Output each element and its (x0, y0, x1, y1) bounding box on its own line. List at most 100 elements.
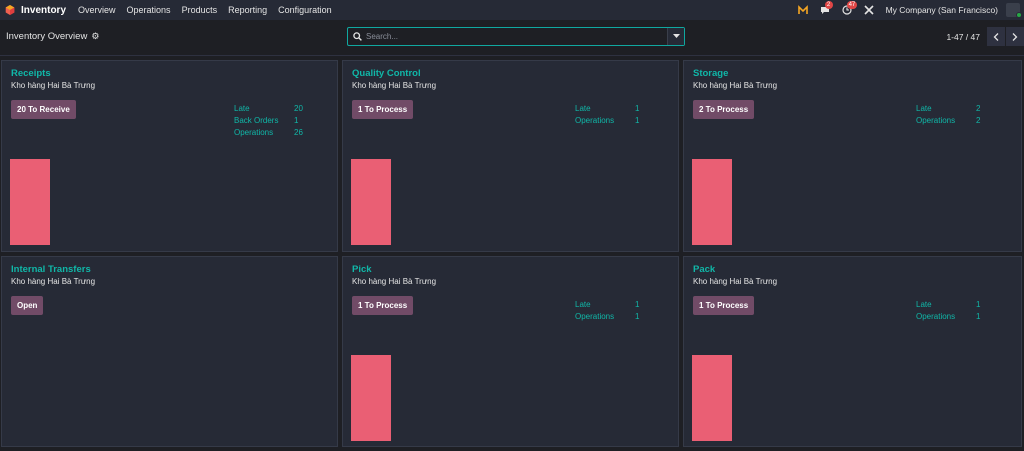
stat-label: Back Orders (234, 115, 279, 125)
stat-value: 1 (976, 299, 981, 309)
stat-operations[interactable]: Operations 1 (575, 114, 639, 126)
card-internal-transfers: Internal Transfers Kho hàng Hai Bà Trưng… (1, 256, 338, 447)
to-process-button[interactable]: 2 To Process (693, 100, 755, 119)
to-process-button[interactable]: 1 To Process (352, 100, 414, 119)
stat-label: Late (234, 103, 250, 113)
stat-value: 2 (976, 103, 981, 113)
chart-bar[interactable] (10, 159, 50, 245)
stat-label: Operations (916, 311, 956, 321)
stat-late[interactable]: Late 1 (916, 298, 980, 310)
card-pick: Pick Kho hàng Hai Bà Trưng 1 To Process … (342, 256, 679, 447)
open-button[interactable]: Open (11, 296, 44, 315)
menu-configuration[interactable]: Configuration (278, 5, 332, 15)
card-stats: Late 1 Operations 1 (575, 102, 639, 126)
stat-value: 1 (635, 299, 640, 309)
stat-operations[interactable]: Operations 2 (916, 114, 980, 126)
chart-bar[interactable] (692, 159, 732, 245)
top-navbar: Inventory Overview Operations Products R… (0, 0, 1024, 20)
stat-label: Operations (575, 115, 615, 125)
stat-late[interactable]: Late 2 (916, 102, 980, 114)
card-warehouse: Kho hàng Hai Bà Trưng (352, 81, 437, 90)
card-quality-control: Quality Control Kho hàng Hai Bà Trưng 1 … (342, 60, 679, 252)
menu-operations[interactable]: Operations (127, 5, 171, 15)
card-title[interactable]: Quality Control (352, 68, 421, 79)
user-avatar[interactable] (1006, 3, 1022, 18)
activity-clock-icon[interactable]: 47 (840, 1, 858, 16)
menu-reporting[interactable]: Reporting (228, 5, 267, 15)
company-switcher[interactable]: My Company (San Francisco) (886, 5, 998, 15)
tools-icon[interactable] (862, 4, 876, 16)
stat-late[interactable]: Late 1 (575, 102, 639, 114)
card-warehouse: Kho hàng Hai Bà Trưng (11, 81, 96, 90)
chevron-left-icon (993, 32, 999, 41)
card-title[interactable]: Pick (352, 264, 372, 275)
menu-products[interactable]: Products (182, 5, 218, 15)
chevron-right-icon (1012, 32, 1018, 41)
chart-bar[interactable] (351, 159, 391, 245)
kanban-cards: Receipts Kho hàng Hai Bà Trưng 20 To Rec… (0, 56, 1024, 451)
stat-label: Operations (234, 127, 274, 137)
stat-label: Late (575, 103, 591, 113)
app-name[interactable]: Inventory (21, 5, 66, 16)
menu-overview[interactable]: Overview (78, 5, 116, 15)
pager-previous-button[interactable] (987, 27, 1005, 46)
gear-icon[interactable]: ⚙ (91, 31, 99, 42)
card-storage: Storage Kho hàng Hai Bà Trưng 2 To Proce… (683, 60, 1022, 252)
stat-value: 1 (635, 103, 640, 113)
stat-value: 2 (976, 115, 981, 125)
page-title: Inventory Overview (6, 31, 88, 42)
search-input[interactable] (366, 29, 667, 44)
stat-label: Late (916, 299, 932, 309)
card-stats: Late 1 Operations 1 (916, 298, 980, 322)
card-warehouse: Kho hàng Hai Bà Trưng (11, 277, 96, 286)
to-process-button[interactable]: 1 To Process (693, 296, 755, 315)
discuss-badge: 2 (824, 1, 833, 9)
stat-value: 1 (635, 115, 640, 125)
card-stats: Late 20 Back Orders 1 Operations 26 (234, 102, 303, 138)
stat-late[interactable]: Late 1 (575, 298, 639, 310)
search-bar (347, 27, 685, 46)
card-receipts: Receipts Kho hàng Hai Bà Trưng 20 To Rec… (1, 60, 338, 252)
stat-label: Late (916, 103, 932, 113)
discuss-icon[interactable]: 2 (818, 1, 833, 16)
stat-value: 1 (294, 115, 299, 125)
pager: 1-47 / 47 (946, 27, 1024, 46)
card-warehouse: Kho hàng Hai Bà Trưng (693, 81, 778, 90)
breadcrumb: Inventory Overview ⚙ (6, 31, 99, 42)
card-title[interactable]: Internal Transfers (11, 264, 91, 275)
pager-next-button[interactable] (1006, 27, 1024, 46)
search-options-toggle[interactable] (667, 28, 684, 45)
stat-operations[interactable]: Operations 1 (575, 310, 639, 322)
stat-back-orders[interactable]: Back Orders 1 (234, 114, 303, 126)
app-logo-icon[interactable] (5, 5, 15, 15)
search-icon (348, 28, 366, 45)
to-process-button[interactable]: 1 To Process (352, 296, 414, 315)
control-panel: Inventory Overview ⚙ 1-47 / 47 (0, 20, 1024, 56)
activity-badge: 47 (846, 1, 858, 9)
card-warehouse: Kho hàng Hai Bà Trưng (352, 277, 437, 286)
card-title[interactable]: Storage (693, 68, 728, 79)
stat-value: 1 (976, 311, 981, 321)
card-pack: Pack Kho hàng Hai Bà Trưng 1 To Process … (683, 256, 1022, 447)
chart-bar[interactable] (351, 355, 391, 441)
stat-late[interactable]: Late 20 (234, 102, 303, 114)
stat-operations[interactable]: Operations 1 (916, 310, 980, 322)
card-stats: Late 1 Operations 1 (575, 298, 639, 322)
online-status-dot (1016, 12, 1022, 18)
card-title[interactable]: Receipts (11, 68, 51, 79)
card-title[interactable]: Pack (693, 264, 715, 275)
pager-value[interactable]: 1-47 / 47 (946, 32, 980, 42)
stat-value: 20 (294, 103, 303, 113)
card-warehouse: Kho hàng Hai Bà Trưng (693, 277, 778, 286)
chart-bar[interactable] (692, 355, 732, 441)
to-receive-button[interactable]: 20 To Receive (11, 100, 76, 119)
card-stats: Late 2 Operations 2 (916, 102, 980, 126)
stat-value: 1 (635, 311, 640, 321)
stat-operations[interactable]: Operations 26 (234, 126, 303, 138)
systray: 2 47 My Company (San Francisco) (796, 0, 1024, 20)
stat-label: Operations (916, 115, 956, 125)
odoo-m-icon[interactable] (796, 4, 810, 16)
stat-label: Operations (575, 311, 615, 321)
stat-label: Late (575, 299, 591, 309)
stat-value: 26 (294, 127, 303, 137)
